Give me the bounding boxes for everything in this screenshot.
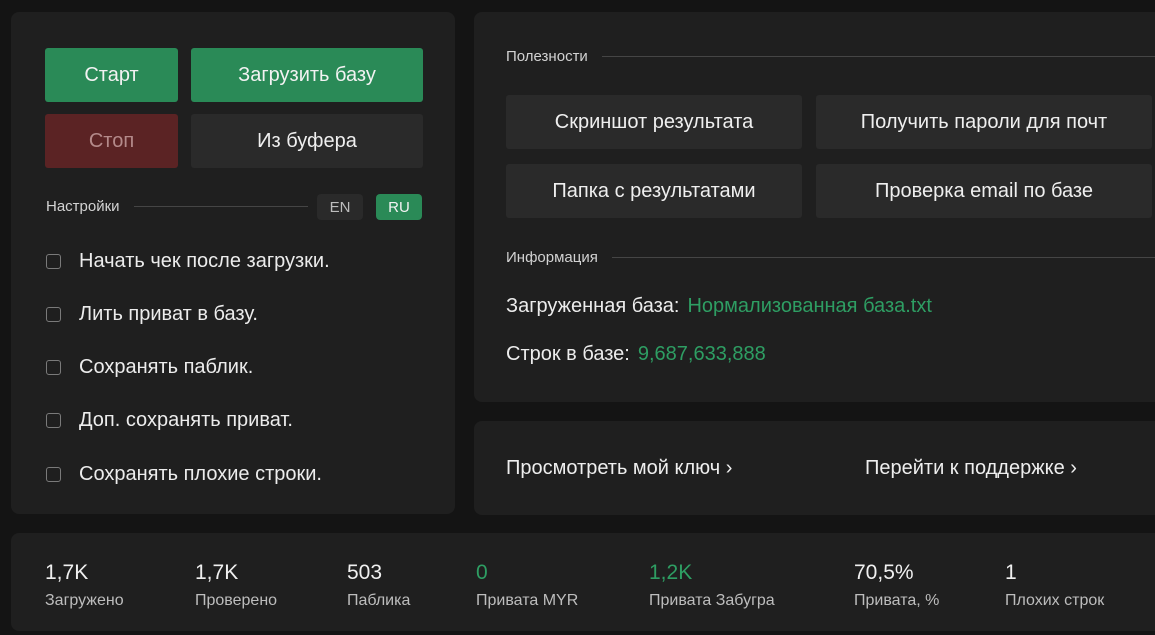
stat-value: 1,7K <box>45 561 89 584</box>
lang-ru-button[interactable]: RU <box>376 194 422 220</box>
stat-private-abroad: 1,2K Привата Забугра <box>649 560 775 610</box>
checkbox[interactable] <box>46 413 61 428</box>
option-label: Лить приват в базу. <box>79 303 258 325</box>
stop-button[interactable]: Стоп <box>45 114 178 168</box>
stat-private-myr: 0 Привата MYR <box>476 560 578 610</box>
stat-value: 70,5% <box>854 561 914 584</box>
option-label: Доп. сохранять приват. <box>79 409 293 431</box>
start-button[interactable]: Старт <box>45 48 178 102</box>
checkbox[interactable] <box>46 467 61 482</box>
utilities-header: Полезности <box>506 48 1155 65</box>
links-panel: Просмотреть мой ключ › Перейти к поддерж… <box>474 421 1155 515</box>
loaded-base-value: Нормализованная база.txt <box>687 295 932 317</box>
stat-label: Паблика <box>347 592 411 609</box>
loaded-base-label: Загруженная база: <box>506 295 680 317</box>
rows-label: Строк в базе: <box>506 343 630 365</box>
stat-label: Плохих строк <box>1005 592 1105 609</box>
stat-value: 0 <box>476 561 488 584</box>
support-link[interactable]: Перейти к поддержке › <box>865 457 1077 480</box>
checkbox[interactable] <box>46 307 61 322</box>
stat-checked: 1,7K Проверено <box>195 560 277 610</box>
stat-public: 503 Паблика <box>347 560 410 610</box>
option-save-bad-lines[interactable]: Сохранять плохие строки. <box>46 463 322 486</box>
stat-value: 1 <box>1005 561 1017 584</box>
from-buffer-button[interactable]: Из буфера <box>191 114 423 168</box>
stat-label: Привата MYR <box>476 592 579 609</box>
divider <box>611 257 1155 258</box>
option-label: Сохранять плохие строки. <box>79 463 322 485</box>
utilities-title: Полезности <box>506 48 588 65</box>
checkbox[interactable] <box>46 360 61 375</box>
loaded-base-info: Загруженная база: Нормализованная база.tx… <box>506 295 932 318</box>
checkbox[interactable] <box>46 254 61 269</box>
information-header: Информация <box>506 249 1155 266</box>
utilities-panel: Полезности Скриншот результата Получить … <box>474 12 1155 402</box>
stat-label: Привата Забугра <box>649 592 775 609</box>
stat-value: 503 <box>347 561 383 584</box>
option-save-public[interactable]: Сохранять паблик. <box>46 356 253 379</box>
lang-en-button[interactable]: EN <box>317 194 363 220</box>
stat-value: 1,7K <box>195 561 239 584</box>
results-folder-button[interactable]: Папка с результатами <box>506 164 802 218</box>
stat-label: Загружено <box>45 592 124 609</box>
stats-bar: 1,7K Загружено 1,7K Проверено 503 Паблик… <box>11 533 1155 631</box>
stat-label: Проверено <box>195 592 278 609</box>
load-base-button[interactable]: Загрузить базу <box>191 48 423 102</box>
information-title: Информация <box>506 249 598 266</box>
divider <box>601 56 1155 57</box>
settings-label: Настройки <box>46 198 120 215</box>
stat-bad-lines: 1 Плохих строк <box>1005 560 1104 610</box>
screenshot-result-button[interactable]: Скриншот результата <box>506 95 802 149</box>
stat-label: Привата, % <box>854 592 940 609</box>
option-label: Сохранять паблик. <box>79 356 254 378</box>
check-email-button[interactable]: Проверка email по базе <box>816 164 1152 218</box>
option-extra-save-private[interactable]: Доп. сохранять приват. <box>46 409 293 432</box>
option-label: Начать чек после загрузки. <box>79 250 330 272</box>
divider <box>133 206 308 207</box>
rows-value: 9,687,633,888 <box>637 343 766 365</box>
stat-value: 1,2K <box>649 561 693 584</box>
get-email-passwords-button[interactable]: Получить пароли для почт <box>816 95 1152 149</box>
stat-loaded: 1,7K Загружено <box>45 560 124 610</box>
control-panel: Старт Загрузить базу Стоп Из буфера Наст… <box>11 12 455 514</box>
rows-info: Строк в базе: 9,687,633,888 <box>506 343 766 366</box>
settings-header: Настройки <box>46 198 308 215</box>
option-pour-private[interactable]: Лить приват в базу. <box>46 303 258 326</box>
option-start-check-after-load[interactable]: Начать чек после загрузки. <box>46 250 330 273</box>
stat-private-percent: 70,5% Привата, % <box>854 560 939 610</box>
view-key-link[interactable]: Просмотреть мой ключ › <box>506 457 732 480</box>
